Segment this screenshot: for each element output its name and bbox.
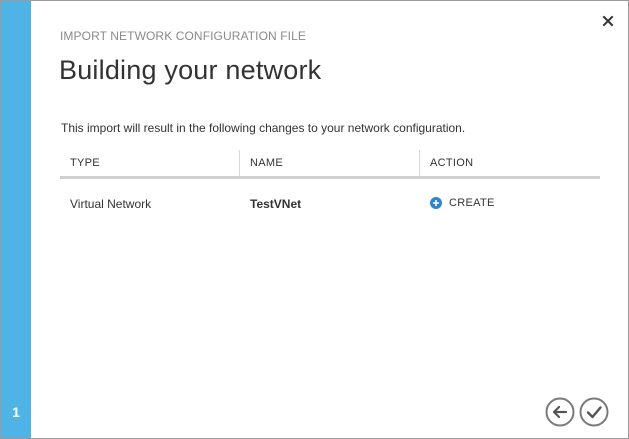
table-header: TYPE NAME ACTION xyxy=(60,150,600,179)
dialog-subtitle: IMPORT NETWORK CONFIGURATION FILE xyxy=(60,29,306,43)
row-type: Virtual Network xyxy=(70,197,152,211)
action-label: CREATE xyxy=(449,197,495,209)
step-number: 1 xyxy=(12,404,20,420)
page-title: Building your network xyxy=(59,55,322,85)
close-button[interactable] xyxy=(600,13,616,29)
import-dialog: 1 IMPORT NETWORK CONFIGURATION FILE Buil… xyxy=(0,0,629,439)
step-rail: 1 xyxy=(1,1,31,438)
column-divider xyxy=(239,150,240,176)
back-button[interactable] xyxy=(545,397,575,427)
plus-circle-icon xyxy=(430,197,442,209)
table-row[interactable]: Virtual Network TestVNet CREATE xyxy=(60,179,600,229)
finish-button[interactable] xyxy=(579,397,609,427)
changes-table: TYPE NAME ACTION Virtual Network TestVNe… xyxy=(60,150,600,229)
column-header-name: NAME xyxy=(250,157,283,169)
row-name: TestVNet xyxy=(250,197,302,211)
description-text: This import will result in the following… xyxy=(61,121,466,135)
column-divider xyxy=(419,150,420,176)
row-action: CREATE xyxy=(430,197,495,209)
close-icon xyxy=(602,15,614,27)
column-header-action: ACTION xyxy=(430,157,474,169)
arrow-left-icon xyxy=(545,397,575,427)
checkmark-icon xyxy=(579,397,609,427)
column-header-type: TYPE xyxy=(70,157,100,169)
